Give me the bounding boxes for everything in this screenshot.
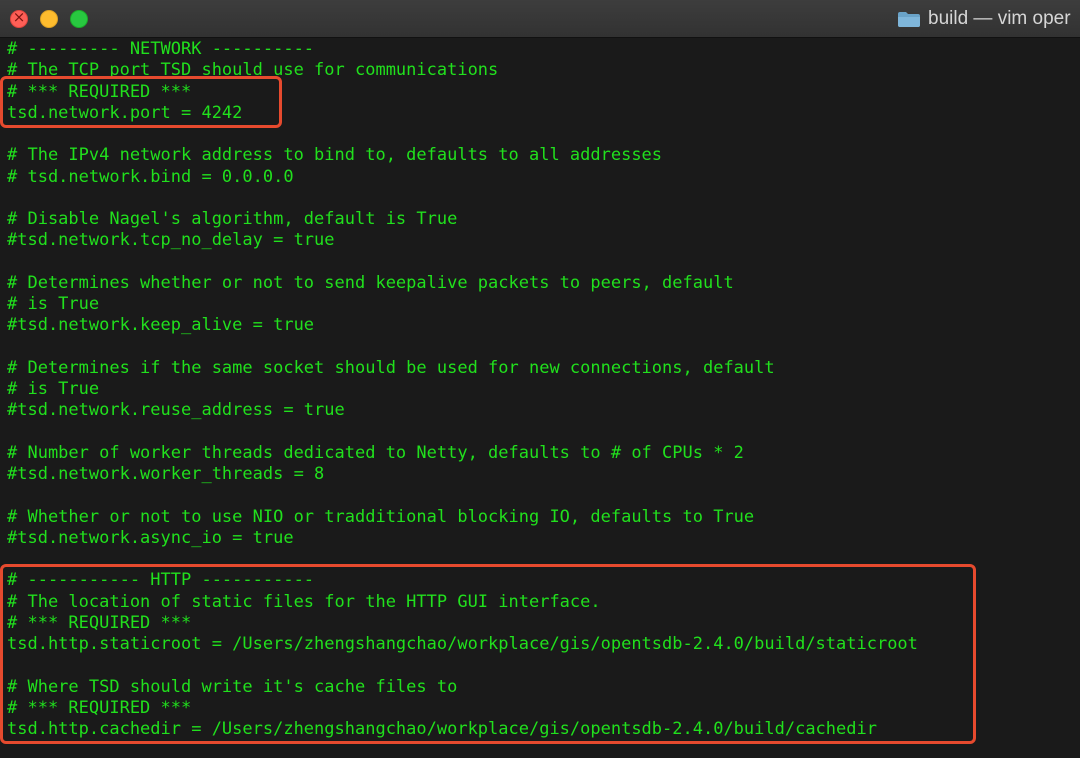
window-title: build — vim oper — [928, 8, 1071, 29]
code-line: #tsd.network.async_io = true — [7, 527, 294, 548]
code-line: # Number of worker threads dedicated to … — [7, 442, 744, 463]
code-line: #tsd.network.reuse_address = true — [7, 400, 345, 421]
vim-editor-buffer[interactable]: # --------- NETWORK ---------- # The TCP … — [0, 39, 1080, 758]
code-line: # Whether or not to use NIO or tradditio… — [7, 506, 755, 527]
code-line: # tsd.network.bind = 0.0.0.0 — [7, 166, 294, 187]
code-line: # --------- NETWORK ---------- — [7, 39, 315, 59]
code-line: # The IPv4 network address to bind to, d… — [7, 145, 663, 166]
close-button[interactable] — [10, 8, 28, 28]
code-line: # Determines whether or not to send keep… — [7, 272, 734, 293]
code-line: #tsd.network.keep_alive = true — [7, 315, 315, 336]
maximize-button[interactable] — [70, 10, 88, 28]
required-network-port-highlight — [0, 75, 282, 128]
code-line: # Disable Nagel's algorithm, default is … — [7, 209, 458, 229]
terminal-window: build — vim oper # --------- NETWORK ---… — [0, 0, 1080, 758]
code-line: #tsd.network.worker_threads = 8 — [7, 464, 325, 484]
folder-icon — [898, 12, 920, 27]
http-section-highlight — [0, 564, 976, 745]
code-line: # is True — [7, 379, 100, 399]
window-titlebar[interactable]: build — vim oper — [0, 0, 1080, 38]
code-line: #tsd.network.tcp_no_delay = true — [7, 230, 335, 251]
minimize-button[interactable] — [40, 10, 58, 28]
code-line: # is True — [7, 294, 100, 314]
code-line: # Determines if the same socket should b… — [7, 357, 775, 378]
